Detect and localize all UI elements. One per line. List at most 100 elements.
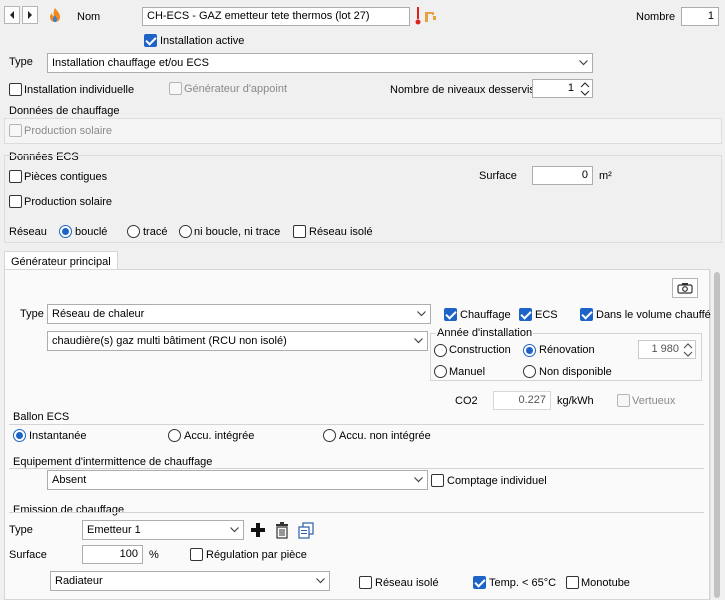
camera-icon: [677, 283, 693, 294]
ecs-label: ECS: [535, 309, 558, 321]
donnees-chauffage-title: Données de chauffage: [9, 105, 120, 117]
emission-type-label: Type: [9, 524, 33, 536]
generateur-subtype-value: chaudière(s) gaz multi bâtiment (RCU non…: [52, 335, 287, 347]
accu-non-integree-label: Accu. non intégrée: [339, 430, 431, 442]
generateur-type-select[interactable]: Réseau de chaleur: [47, 304, 431, 324]
instantanee-radio[interactable]: [13, 429, 26, 442]
thermometer-icon: [415, 7, 421, 25]
renovation-radio[interactable]: [523, 344, 536, 357]
reseau-isole-checkbox[interactable]: [293, 225, 306, 238]
emission-divider: [9, 512, 704, 513]
reseau-boucle-radio[interactable]: [59, 225, 72, 238]
manuel-radio[interactable]: [434, 365, 447, 378]
niveaux-stepper[interactable]: 1: [532, 79, 593, 98]
intermittence-divider: [9, 468, 704, 469]
reseau-trace-label: tracé: [143, 226, 168, 238]
emission-reseau-isole-label: Réseau isolé: [375, 577, 439, 589]
regulation-piece-label: Régulation par pièce: [206, 549, 307, 561]
vertueux-label: Vertueux: [632, 395, 676, 407]
vertueux-checkbox[interactable]: [617, 394, 630, 407]
intermittence-select[interactable]: Absent: [47, 470, 428, 490]
installation-active-label: Installation active: [160, 35, 245, 47]
reseau-trace-radio[interactable]: [127, 225, 140, 238]
chevron-down-icon: [315, 572, 325, 590]
construction-label: Construction: [449, 344, 511, 356]
co2-input[interactable]: 0.227: [493, 391, 551, 410]
ecs-surface-unit: m²: [599, 170, 612, 182]
delete-emetteur-button[interactable]: [271, 519, 293, 541]
installation-individuelle-label: Installation individuelle: [24, 84, 135, 96]
emission-surface-input[interactable]: 100: [82, 545, 143, 564]
co2-unit: kg/kWh: [557, 395, 594, 407]
emission-reseau-isole-checkbox[interactable]: [359, 576, 372, 589]
scrollbar-thumb[interactable]: [714, 272, 720, 598]
copy-icon: [298, 521, 314, 539]
chauffage-production-solaire-label: Production solaire: [24, 125, 113, 137]
ecs-surface-label: Surface: [479, 170, 517, 182]
vertical-scrollbar[interactable]: [710, 270, 723, 600]
chevron-down-icon: [413, 332, 423, 350]
spin-icon: [683, 343, 693, 357]
faucet-icon: [425, 12, 436, 22]
niveaux-label: Nombre de niveaux desservis: [390, 84, 535, 96]
niveaux-value: 1: [567, 82, 574, 94]
name-label: Nom: [77, 11, 101, 23]
annee-stepper[interactable]: 1 980: [638, 340, 696, 359]
chauffage-production-solaire-checkbox[interactable]: [9, 124, 22, 137]
chevron-right-icon: [28, 11, 32, 19]
add-emetteur-button[interactable]: [247, 519, 269, 541]
reseau-ni-boucle-radio[interactable]: [179, 225, 192, 238]
flame-icon: [50, 8, 60, 22]
generateur-subtype-select[interactable]: chaudière(s) gaz multi bâtiment (RCU non…: [47, 331, 428, 351]
next-button[interactable]: [22, 6, 38, 24]
installation-type-value: Installation chauffage et/ou ECS: [52, 57, 209, 69]
chauffage-checkbox[interactable]: [444, 308, 457, 321]
chevron-left-icon: [10, 11, 14, 19]
comptage-individuel-checkbox[interactable]: [431, 474, 444, 487]
temp-65-checkbox[interactable]: [473, 576, 486, 589]
previous-button[interactable]: [4, 6, 20, 24]
name-input[interactable]: CH-ECS - GAZ emetteur tete thermos (lot …: [142, 7, 410, 26]
comptage-individuel-label: Comptage individuel: [447, 475, 547, 487]
non-disponible-label: Non disponible: [539, 366, 612, 378]
ecs-checkbox[interactable]: [519, 308, 532, 321]
accu-integree-radio[interactable]: [168, 429, 181, 442]
trash-icon: [276, 521, 288, 539]
chevron-down-icon: [578, 54, 588, 72]
nombre-input[interactable]: 1: [681, 7, 719, 26]
spin-icon: [580, 82, 590, 96]
emission-surface-unit: %: [149, 549, 159, 561]
non-disponible-radio[interactable]: [523, 365, 536, 378]
ecs-surface-input[interactable]: 0: [532, 166, 593, 185]
ballon-ecs-divider: [9, 424, 704, 425]
annee-installation-title: Année d'installation: [436, 326, 534, 340]
installation-individuelle-checkbox[interactable]: [9, 83, 22, 96]
intermittence-value: Absent: [52, 474, 87, 486]
monotube-checkbox[interactable]: [566, 576, 579, 589]
installation-active-checkbox[interactable]: [144, 34, 157, 47]
copy-emetteur-button[interactable]: [295, 519, 317, 541]
chevron-down-icon: [229, 521, 239, 539]
reseau-boucle-label: bouclé: [75, 226, 108, 238]
installation-type-select[interactable]: Installation chauffage et/ou ECS: [47, 53, 593, 73]
regulation-piece-checkbox[interactable]: [190, 548, 203, 561]
monotube-label: Monotube: [581, 577, 630, 589]
co2-label: CO2: [455, 395, 478, 407]
ecs-production-solaire-checkbox[interactable]: [9, 195, 22, 208]
emetteur-type-select[interactable]: Radiateur: [50, 571, 330, 591]
volume-chauffe-label: Dans le volume chauffé: [596, 309, 711, 321]
generateur-appoint-label: Générateur d'appoint: [184, 83, 288, 95]
construction-radio[interactable]: [434, 344, 447, 357]
volume-chauffe-checkbox[interactable]: [580, 308, 593, 321]
emission-title: Emission de chauffage: [13, 504, 125, 516]
plus-icon: [251, 523, 265, 537]
accu-non-integree-radio[interactable]: [323, 429, 336, 442]
pieces-contigues-checkbox[interactable]: [9, 170, 22, 183]
emetteur-select[interactable]: Emetteur 1: [82, 520, 244, 540]
manuel-label: Manuel: [449, 366, 486, 378]
camera-button[interactable]: [672, 278, 698, 298]
chevron-down-icon: [413, 471, 423, 489]
generateur-appoint-checkbox[interactable]: [169, 82, 182, 95]
generateur-type-label: Type: [20, 308, 44, 320]
pieces-contigues-label: Pièces contigues: [24, 171, 108, 183]
